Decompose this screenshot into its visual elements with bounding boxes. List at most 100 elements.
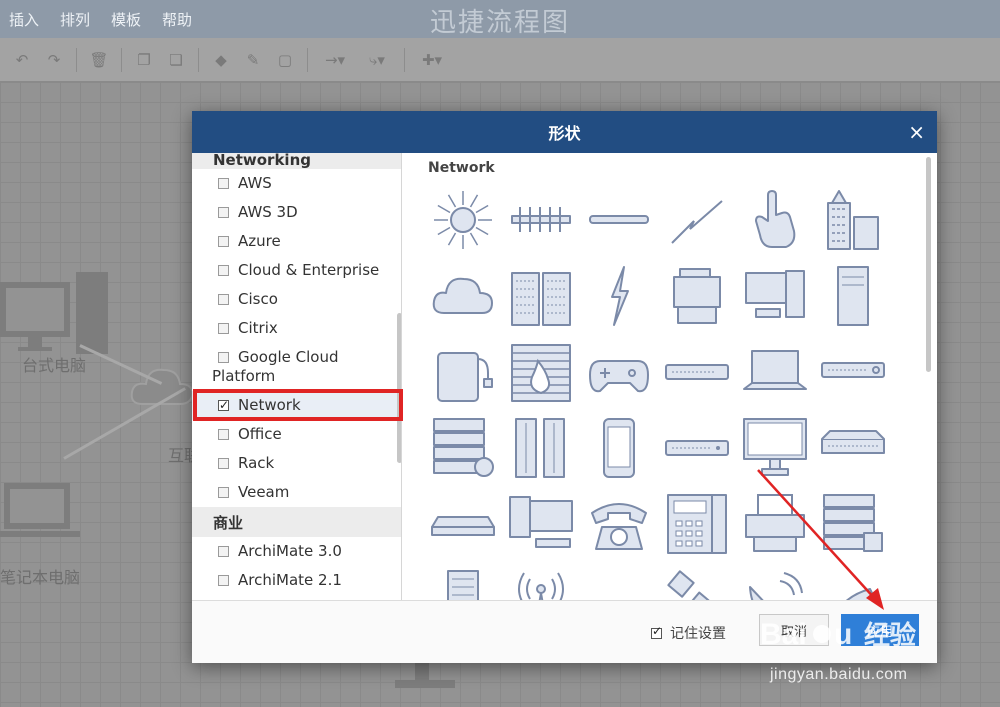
menu-insert[interactable]: 插入 xyxy=(0,9,39,30)
checkbox-checked[interactable] xyxy=(218,396,229,415)
server-stack-mail-icon[interactable] xyxy=(428,413,498,483)
satellite-dish-icon[interactable] xyxy=(740,565,810,600)
checkbox[interactable] xyxy=(218,178,229,189)
library-item-cloud-enterprise[interactable]: Cloud & Enterprise xyxy=(192,256,401,285)
remember-settings[interactable]: 记住设置 xyxy=(651,623,726,643)
external-drive-icon[interactable] xyxy=(428,337,498,407)
keyboard-partial-icon[interactable] xyxy=(584,565,654,600)
delete-icon[interactable]: 🗑 xyxy=(88,49,110,71)
insert-icon[interactable]: ✚▾ xyxy=(416,49,448,71)
menu-help[interactable]: 帮助 xyxy=(153,9,192,30)
library-item-archimate-2[interactable]: ArchiMate 2.1 xyxy=(192,566,401,595)
workstation-icon[interactable] xyxy=(740,261,810,331)
checkbox[interactable] xyxy=(218,458,229,469)
firewall-icon xyxy=(511,344,571,402)
gamepad-icon[interactable] xyxy=(584,337,654,407)
laptop-node-icon[interactable] xyxy=(0,477,90,547)
printer-icon[interactable] xyxy=(740,489,810,559)
cloud-icon[interactable] xyxy=(428,261,498,331)
tower-server-icon[interactable] xyxy=(818,261,888,331)
rack-switch-icon[interactable] xyxy=(818,413,888,483)
rotary-phone-icon[interactable] xyxy=(584,489,654,559)
ip-phone-icon[interactable] xyxy=(662,489,732,559)
wireless-antenna-icon[interactable] xyxy=(506,565,576,600)
lcd-monitor-icon[interactable] xyxy=(740,413,810,483)
pc-workstation-icon[interactable] xyxy=(506,489,576,559)
server-tower-partial-icon xyxy=(447,570,479,600)
lightning-bolt-icon[interactable] xyxy=(662,185,732,255)
checkbox[interactable] xyxy=(218,546,229,557)
checkbox[interactable] xyxy=(218,352,229,363)
line-color-icon[interactable]: ✎ xyxy=(242,49,264,71)
checkbox[interactable] xyxy=(218,487,229,498)
checkbox[interactable] xyxy=(218,323,229,334)
firewall-icon[interactable] xyxy=(506,337,576,407)
server-stack-icon[interactable] xyxy=(818,489,888,559)
modem-device-icon[interactable] xyxy=(662,413,732,483)
data-center-towers-icon[interactable] xyxy=(506,261,576,331)
library-item-aws-3d[interactable]: AWS 3D xyxy=(192,198,401,227)
laptop-icon xyxy=(743,350,807,390)
library-item-label: Office xyxy=(238,425,282,443)
monitor-node-icon[interactable] xyxy=(395,662,465,707)
library-list[interactable]: Networking AWS AWS 3D Azure Cloud & Ente… xyxy=(192,153,402,600)
library-item-office[interactable]: Office xyxy=(192,420,401,449)
checkbox[interactable] xyxy=(218,575,229,586)
right-scrollbar[interactable] xyxy=(926,157,931,372)
library-item-veeam[interactable]: Veeam xyxy=(192,478,401,507)
library-item-network[interactable]: Network xyxy=(192,391,401,420)
multifunction-printer-icon[interactable] xyxy=(662,261,732,331)
to-back-icon[interactable]: ❏ xyxy=(165,49,187,71)
switch-device-icon[interactable] xyxy=(662,337,732,407)
checkbox[interactable] xyxy=(218,265,229,276)
ip-phone-icon xyxy=(667,494,727,554)
touch-hand-icon[interactable] xyxy=(740,185,810,255)
apply-button[interactable]: 应用 xyxy=(841,614,919,646)
satellite-icon[interactable] xyxy=(662,565,732,600)
toolbar-divider xyxy=(198,47,199,72)
shape-preview-panel: Network xyxy=(402,153,937,600)
patch-panel-icon[interactable] xyxy=(506,185,576,255)
mobile-phone-icon[interactable] xyxy=(584,413,654,483)
cloud-node-icon[interactable] xyxy=(130,362,200,412)
server-rack-pair-icon[interactable] xyxy=(506,413,576,483)
cancel-button[interactable]: 取消 xyxy=(759,614,829,646)
router-device-icon[interactable] xyxy=(818,337,888,407)
office-buildings-icon[interactable] xyxy=(818,185,888,255)
hub-device-icon[interactable] xyxy=(428,489,498,559)
patch-panel-icon xyxy=(511,207,571,232)
cable-bus-icon[interactable] xyxy=(584,185,654,255)
checkbox-checked[interactable] xyxy=(651,624,662,639)
library-item-rack[interactable]: Rack xyxy=(192,449,401,478)
fill-color-icon[interactable]: ◆ xyxy=(210,49,232,71)
library-item-aws[interactable]: AWS xyxy=(192,169,401,198)
radial-hub-icon[interactable] xyxy=(428,185,498,255)
menu-template[interactable]: 模板 xyxy=(102,9,141,30)
checkbox[interactable] xyxy=(218,294,229,305)
server-tower-partial-icon[interactable] xyxy=(428,565,498,600)
desktop-node-icon[interactable] xyxy=(0,272,110,362)
menu-arrange[interactable]: 排列 xyxy=(51,9,90,30)
connection-icon[interactable]: →▾ xyxy=(319,49,351,71)
library-item-citrix[interactable]: Citrix xyxy=(192,314,401,343)
library-item-label: ArchiMate 3.0 xyxy=(238,542,342,560)
undo-icon[interactable]: ↶ xyxy=(11,49,33,71)
library-item-label: Veeam xyxy=(238,483,290,501)
wireless-bolt-icon[interactable] xyxy=(584,261,654,331)
laptop-icon[interactable] xyxy=(740,337,810,407)
waypoint-icon[interactable]: ⤷▾ xyxy=(361,49,393,71)
library-item-azure[interactable]: Azure xyxy=(192,227,401,256)
library-item-google-cloud[interactable]: Google Cloud Platform xyxy=(192,343,401,391)
hub-device-icon xyxy=(431,516,495,536)
close-icon[interactable]: × xyxy=(908,120,925,144)
library-item-archimate-3[interactable]: ArchiMate 3.0 xyxy=(192,537,401,566)
library-item-label: Google Cloud Platform xyxy=(212,348,339,385)
shadow-icon[interactable]: ▢ xyxy=(274,49,296,71)
checkbox[interactable] xyxy=(218,429,229,440)
checkbox[interactable] xyxy=(218,207,229,218)
redo-icon[interactable]: ↷ xyxy=(43,49,65,71)
checkbox[interactable] xyxy=(218,236,229,247)
to-front-icon[interactable]: ❐ xyxy=(133,49,155,71)
library-item-cisco[interactable]: Cisco xyxy=(192,285,401,314)
shield-partial-icon[interactable] xyxy=(818,565,888,600)
